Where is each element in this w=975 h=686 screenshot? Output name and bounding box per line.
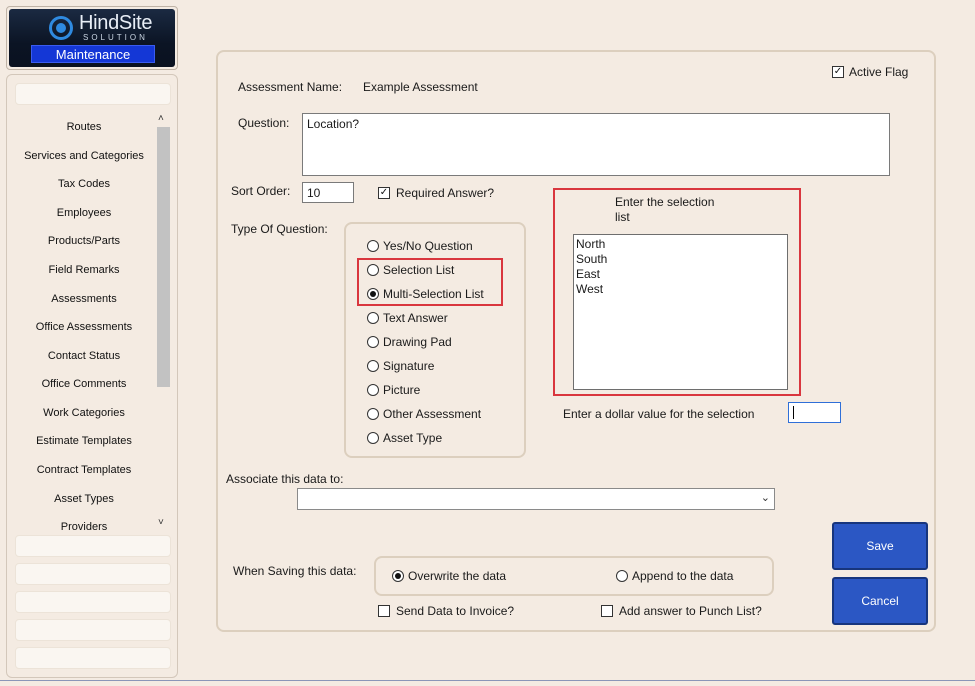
check-icon: ✓ xyxy=(379,187,389,198)
question-textarea[interactable]: Location? xyxy=(302,113,890,176)
text-caret xyxy=(793,406,794,419)
module-badge: Maintenance xyxy=(31,45,155,63)
sidebar-item-employees[interactable]: Employees xyxy=(17,207,151,219)
cancel-button[interactable]: Cancel xyxy=(832,577,928,625)
sidebar-item-assessments[interactable]: Assessments xyxy=(17,293,151,305)
radio-button-icon[interactable] xyxy=(367,431,379,444)
sidebar-item-office-comments[interactable]: Office Comments xyxy=(17,378,151,390)
sidebar-item-contract-templates[interactable]: Contract Templates xyxy=(17,464,151,476)
question-type-signature[interactable]: Signature xyxy=(367,358,434,374)
radio-button-icon[interactable] xyxy=(367,359,379,372)
sidebar: Routes Services and Categories Tax Codes… xyxy=(6,74,178,678)
chevron-down-icon[interactable]: ⌄ xyxy=(761,491,770,504)
save-mode-append[interactable]: Append to the data xyxy=(616,568,733,584)
app-logo: HindSite SOLUTION Maintenance xyxy=(6,6,178,70)
logo-mark-icon xyxy=(49,16,73,40)
highlight-selection-list xyxy=(553,188,801,396)
sidebar-scrollbar[interactable]: ˄ ˅ xyxy=(156,113,171,533)
question-type-label: Signature xyxy=(383,358,435,373)
associate-label: Associate this data to: xyxy=(226,472,344,486)
question-label: Question: xyxy=(238,116,290,130)
scroll-down-icon[interactable]: ˅ xyxy=(158,517,164,528)
question-type-picture[interactable]: Picture xyxy=(367,382,420,398)
required-answer-checkbox[interactable]: ✓ xyxy=(378,187,390,199)
dollar-value-label: Enter a dollar value for the selection xyxy=(563,407,755,421)
radio-button-icon[interactable] xyxy=(367,239,379,252)
assessment-name-value: Example Assessment xyxy=(363,80,478,94)
saving-mode-label: When Saving this data: xyxy=(233,564,357,578)
sidebar-item-field-remarks[interactable]: Field Remarks xyxy=(17,264,151,276)
question-type-text-answer[interactable]: Text Answer xyxy=(367,310,448,326)
sidebar-item-services-and-categories[interactable]: Services and Categories xyxy=(17,150,151,162)
question-type-label: Other Assessment xyxy=(383,406,482,421)
sidebar-item-estimate-templates[interactable]: Estimate Templates xyxy=(17,435,151,447)
send-to-invoice-checkbox[interactable] xyxy=(378,605,390,617)
question-type-other-assessment[interactable]: Other Assessment xyxy=(367,406,481,422)
sidebar-section-button-6[interactable] xyxy=(15,647,171,669)
active-flag-label: Active Flag xyxy=(849,65,909,79)
save-mode-overwrite[interactable]: Overwrite the data xyxy=(392,568,506,584)
radio-button-icon[interactable] xyxy=(367,335,379,348)
sidebar-item-tax-codes[interactable]: Tax Codes xyxy=(17,178,151,190)
sidebar-item-office-assessments[interactable]: Office Assessments xyxy=(17,321,151,333)
question-type-yes-no[interactable]: Yes/No Question xyxy=(367,238,473,254)
save-button[interactable]: Save xyxy=(832,522,928,570)
sidebar-item-contact-status[interactable]: Contact Status xyxy=(17,350,151,362)
punch-list-checkbox[interactable] xyxy=(601,605,613,617)
active-flag-checkbox[interactable]: ✓ xyxy=(832,66,844,78)
sidebar-item-asset-types[interactable]: Asset Types xyxy=(17,493,151,505)
radio-button-icon[interactable] xyxy=(367,383,379,396)
radio-button-icon[interactable] xyxy=(367,311,379,324)
radio-button-selected-icon[interactable] xyxy=(392,569,404,582)
type-of-question-label: Type Of Question: xyxy=(231,222,328,236)
logo-panel: HindSite SOLUTION Maintenance xyxy=(9,9,175,67)
question-type-asset-type[interactable]: Asset Type xyxy=(367,430,442,446)
sidebar-section-button-5[interactable] xyxy=(15,619,171,641)
sidebar-scroll-thumb[interactable] xyxy=(157,127,170,387)
save-mode-label: Overwrite the data xyxy=(408,568,507,583)
sidebar-section-button-1[interactable] xyxy=(15,83,171,105)
associate-dropdown[interactable]: ⌄ xyxy=(297,488,775,510)
sidebar-section-button-2[interactable] xyxy=(15,535,171,557)
question-type-drawing-pad[interactable]: Drawing Pad xyxy=(367,334,452,350)
sidebar-item-products-parts[interactable]: Products/Parts xyxy=(17,235,151,247)
save-mode-label: Append to the data xyxy=(632,568,734,583)
required-answer-label: Required Answer? xyxy=(396,186,495,200)
question-type-label: Asset Type xyxy=(383,430,443,445)
sidebar-item-routes[interactable]: Routes xyxy=(17,121,151,133)
highlight-selection-types xyxy=(357,258,503,306)
question-type-label: Text Answer xyxy=(383,310,448,325)
sort-order-input[interactable]: 10 xyxy=(302,182,354,203)
sidebar-item-providers[interactable]: Providers xyxy=(17,521,151,533)
question-type-label: Drawing Pad xyxy=(383,334,452,349)
scroll-up-icon[interactable]: ˄ xyxy=(158,113,164,124)
logo-brand-bottom: SOLUTION xyxy=(83,33,148,42)
status-bar-divider xyxy=(0,680,975,681)
question-type-label: Picture xyxy=(383,382,421,397)
sidebar-section-button-4[interactable] xyxy=(15,591,171,613)
punch-list-label: Add answer to Punch List? xyxy=(619,604,762,618)
dollar-value-input[interactable] xyxy=(788,402,841,423)
sidebar-item-work-categories[interactable]: Work Categories xyxy=(17,407,151,419)
sort-order-label: Sort Order: xyxy=(231,184,291,198)
radio-button-icon[interactable] xyxy=(616,569,628,582)
send-to-invoice-label: Send Data to Invoice? xyxy=(396,604,515,618)
sidebar-section-button-3[interactable] xyxy=(15,563,171,585)
check-icon: ✓ xyxy=(833,66,843,77)
question-type-label: Yes/No Question xyxy=(383,238,473,253)
logo-brand-top: HindSite xyxy=(79,12,153,34)
assessment-name-label: Assessment Name: xyxy=(238,80,343,94)
radio-button-icon[interactable] xyxy=(367,407,379,420)
